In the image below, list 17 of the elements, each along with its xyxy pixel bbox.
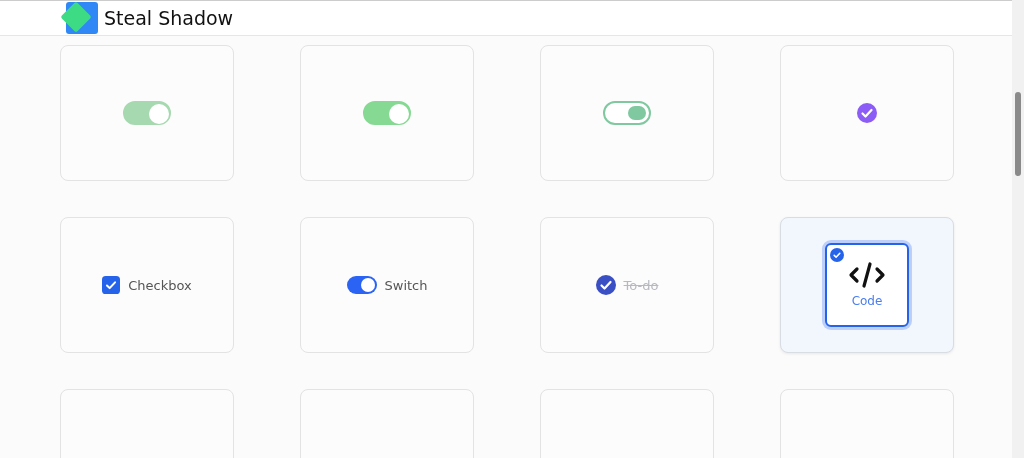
code-icon [848,262,886,288]
scrollbar[interactable] [1012,0,1024,458]
logo-icon [60,1,98,35]
checkbox[interactable] [102,276,121,294]
check-circle-icon[interactable] [857,103,877,123]
check-circle-icon[interactable] [595,275,616,295]
scrollbar-thumb[interactable] [1015,92,1021,176]
switch-label: Switch [384,277,428,293]
check-badge-icon [830,248,844,262]
toggle-switch[interactable] [603,101,651,125]
option-card[interactable]: Code [825,243,909,327]
todo-text: To-do [623,277,659,293]
checkbox-label: Checkbox [128,277,192,293]
site-title: Steal Shadow [104,7,234,29]
toggle-switch[interactable] [346,276,377,294]
toggle-switch[interactable] [123,101,171,125]
toggle-switch[interactable] [363,101,411,125]
